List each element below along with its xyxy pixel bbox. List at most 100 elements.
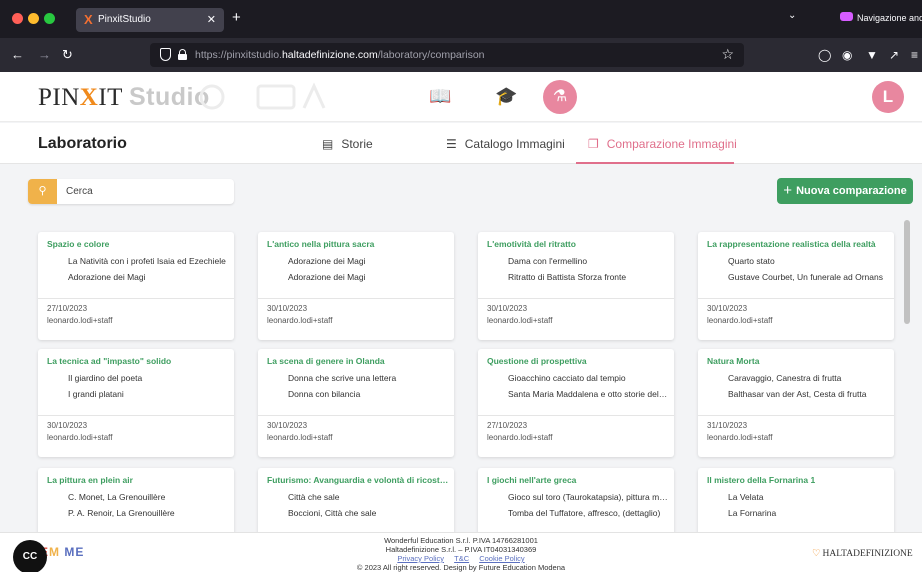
card-artwork-item: C. Monet, La Grenouillère (68, 492, 166, 502)
browser-tab[interactable]: X PinxitStudio ✕ (76, 8, 224, 32)
pocket-icon[interactable]: ◯ (818, 47, 831, 63)
tab-image-catalog[interactable]: ☰ Catalogo Immagini (446, 136, 565, 152)
menu-icon[interactable]: ≡ (911, 47, 918, 63)
card-divider (698, 298, 894, 299)
graduation-cap-icon[interactable]: 🎓 (495, 86, 517, 106)
card-artwork-item: Boccioni, Città che sale (288, 508, 377, 518)
new-comparison-button[interactable]: + Nuova comparazione (777, 178, 913, 204)
card-title[interactable]: Natura Morta (707, 356, 889, 367)
card-author: leonardo.lodi+staff (707, 316, 773, 325)
card-artwork-item: Donna con bilancia (288, 389, 361, 399)
comparison-card[interactable]: Questione di prospettiva Gioacchino cacci… (478, 349, 674, 457)
reload-icon[interactable]: ↻ (62, 47, 73, 63)
card-title[interactable]: La rappresentazione realistica della rea… (707, 239, 889, 250)
pinxit-favicon-icon: X (84, 12, 93, 27)
browser-nav-bar: ← → ↻ https://pinxitstudio.haltadefinizi… (0, 38, 922, 72)
card-title[interactable]: L'emotività del ritratto (487, 239, 669, 250)
card-artwork-item: P. A. Renoir, La Grenouillère (68, 508, 175, 518)
comparison-card[interactable]: Natura Morta Caravaggio, Canestra di frut… (698, 349, 894, 457)
card-author: leonardo.lodi+staff (267, 433, 333, 442)
card-date: 30/10/2023 (487, 304, 528, 313)
card-title[interactable]: I giochi nell'arte greca (487, 475, 669, 486)
search-icon[interactable]: ⚲ (28, 179, 57, 204)
scrollbar-thumb[interactable] (904, 220, 910, 324)
tab-title: PinxitStudio (98, 14, 151, 25)
comparison-card[interactable]: La rappresentazione realistica della rea… (698, 232, 894, 340)
card-title[interactable]: Questione di prospettiva (487, 356, 669, 367)
card-artwork-item: Gioco sul toro (Taurokatapsia), pittura … (508, 492, 668, 502)
card-title[interactable]: La pittura en plein air (47, 475, 229, 486)
search-input[interactable] (66, 184, 226, 199)
card-date: 30/10/2023 (47, 421, 88, 430)
comparison-card[interactable]: La tecnica ad "impasto" solido Il giardin… (38, 349, 234, 457)
card-artwork-item: La Velata (728, 492, 764, 502)
footer-copyright: © 2023 All right reserved. Design by Fut… (356, 563, 566, 572)
card-artwork-item: Città che sale (288, 492, 340, 502)
card-date: 31/10/2023 (707, 421, 748, 430)
footer-company-2: Haltadefinizione S.r.l. – P.IVA IT040313… (385, 545, 537, 554)
url-text[interactable]: https://pinxitstudio.haltadefinizione.co… (195, 48, 485, 62)
card-title[interactable]: L'antico nella pittura sacra (267, 239, 449, 250)
private-browsing-icon (840, 12, 853, 21)
star-icon[interactable]: ☆ (721, 46, 734, 62)
card-title[interactable]: Spazio e colore (47, 239, 229, 250)
back-icon[interactable]: ← (11, 47, 24, 63)
card-author: leonardo.lodi+staff (707, 433, 773, 442)
heart-icon: ♡ (812, 549, 821, 559)
account-icon[interactable]: ◉ (842, 47, 852, 63)
card-artwork-item: Donna che scrive una lettera (288, 373, 397, 383)
card-artwork-item: La Fornarina (728, 508, 777, 518)
forward-icon[interactable]: → (38, 47, 51, 63)
share-icon[interactable]: ↗ (889, 47, 899, 63)
lock-icon[interactable] (178, 49, 187, 60)
close-window-button[interactable] (12, 13, 23, 24)
search-box: ⚲ (28, 179, 234, 204)
footer-company-1: Wonderful Education S.r.l. P.IVA 1476628… (384, 536, 538, 545)
comparison-card[interactable]: Spazio e colore La Natività con i profeti… (38, 232, 234, 340)
card-artwork-item: Balthasar van der Ast, Cesta di frutta (728, 389, 867, 399)
card-title[interactable]: La scena di genere in Olanda (267, 356, 449, 367)
card-divider (38, 415, 234, 416)
maximize-window-button[interactable] (44, 13, 55, 24)
card-artwork-item: Santa Maria Maddalena e otto storie dell… (508, 389, 668, 399)
card-divider (258, 415, 454, 416)
comparison-card[interactable]: La scena di genere in Olanda Donna che sc… (258, 349, 454, 457)
avatar[interactable]: L (872, 81, 904, 113)
list-icon: ☰ (446, 137, 457, 151)
comparison-card[interactable]: L'antico nella pittura sacra Adorazione d… (258, 232, 454, 340)
card-artwork-item: Gustave Courbet, Un funerale ad Ornans (728, 272, 883, 282)
tab-close-icon[interactable]: ✕ (207, 12, 216, 28)
comparison-card[interactable]: L'emotività del ritratto Dama con l'ermel… (478, 232, 674, 340)
card-author: leonardo.lodi+staff (487, 316, 553, 325)
card-title[interactable]: Il mistero della Fornarina 1 (707, 475, 889, 486)
tab-list-chevron-icon[interactable]: ⌄ (788, 10, 796, 21)
terms-link[interactable]: T&C (454, 554, 469, 563)
card-date: 27/10/2023 (47, 304, 88, 313)
card-date: 30/10/2023 (267, 421, 308, 430)
pinxit-studio-logo[interactable]: PINXIT Studio (38, 83, 210, 112)
card-artwork-item: Il giardino del poeta (68, 373, 143, 383)
closed-captions-button[interactable]: CC (13, 540, 47, 572)
shield-icon[interactable] (160, 48, 171, 61)
url-bar[interactable]: https://pinxitstudio.haltadefinizione.co… (150, 43, 744, 67)
card-date: 30/10/2023 (267, 304, 308, 313)
new-tab-button[interactable]: + (232, 8, 241, 28)
card-artwork-item: Adorazione dei Magi (288, 272, 366, 282)
tab-image-comparison[interactable]: ❐ Comparazione Immagini (588, 136, 737, 152)
minimize-window-button[interactable] (28, 13, 39, 24)
card-artwork-item: Adorazione dei Magi (288, 256, 366, 266)
card-divider (258, 298, 454, 299)
card-author: leonardo.lodi+staff (487, 433, 553, 442)
card-artwork-item: I grandi platani (68, 389, 124, 399)
lab-flask-icon[interactable]: ⚗ (543, 80, 577, 114)
cookie-policy-link[interactable]: Cookie Policy (479, 554, 524, 563)
card-divider (478, 298, 674, 299)
extension-icon[interactable]: ▼ (866, 47, 878, 63)
tab-stories[interactable]: ▤ Storie (322, 136, 373, 152)
card-title[interactable]: La tecnica ad "impasto" solido (47, 356, 229, 367)
open-book-icon[interactable]: 📖 (429, 86, 451, 106)
card-title[interactable]: Futurismo: Avanguardia e volontà di rico… (267, 475, 449, 486)
privacy-policy-link[interactable]: Privacy Policy (397, 554, 444, 563)
app-viewport: PINXIT Studio 📖 🎓 ⚗ L Laboratorio ▤ Storie… (0, 72, 922, 572)
compare-icon: ❐ (588, 137, 599, 151)
